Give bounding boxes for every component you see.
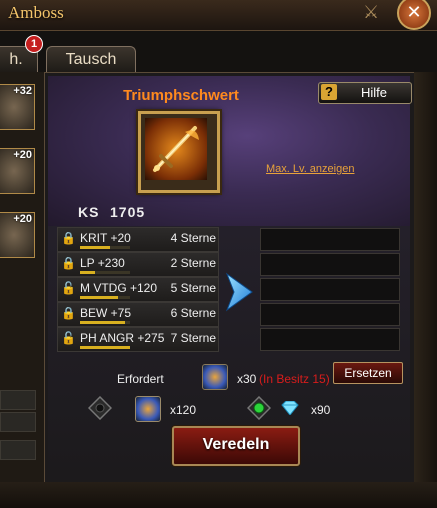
stat-row[interactable]: 🔓 M VTDG +120 5 Sterne <box>57 277 219 302</box>
stat-stars: 2 Sterne <box>170 256 216 270</box>
left-item-1[interactable]: +32 <box>0 84 35 130</box>
stat-bar <box>80 321 125 324</box>
help-label: Hilfe <box>360 85 387 100</box>
left-item-3[interactable]: +20 <box>0 212 35 258</box>
result-slot <box>260 328 400 351</box>
left-list-row[interactable] <box>0 440 36 460</box>
diamond-quantity: x90 <box>311 403 331 417</box>
result-slot <box>260 278 400 301</box>
required-quantity: x30 <box>237 372 257 386</box>
result-slot <box>260 253 400 276</box>
tab-tausch[interactable]: Tausch <box>46 46 136 73</box>
stat-stars: 5 Sterne <box>170 281 216 295</box>
stat-name: KRIT +20 <box>80 231 131 245</box>
owned-note: (In Besitz 15) <box>259 372 330 386</box>
notification-badge: 1 <box>25 35 43 53</box>
crossed-swords-icon: ⚔ <box>363 2 380 22</box>
stat-row[interactable]: 🔓 PH ANGR +275 7 Sterne <box>57 327 219 352</box>
stat-row[interactable]: 🔒 BEW +75 6 Sterne <box>57 302 219 327</box>
arrow-right-icon <box>224 272 254 317</box>
result-slot <box>260 228 400 251</box>
unlock-icon[interactable]: 🔓 <box>61 281 76 297</box>
left-list-row[interactable] <box>0 412 36 432</box>
gem-icon[interactable] <box>135 396 161 422</box>
ks-value: 1705 <box>110 204 146 220</box>
left-item-level: +20 <box>13 213 32 225</box>
stat-name: M VTDG +120 <box>80 281 158 295</box>
left-item-level: +20 <box>13 149 32 161</box>
stat-name: PH ANGR +275 <box>80 331 165 345</box>
sword-icon <box>145 118 207 180</box>
gem-quantity: x120 <box>170 403 197 417</box>
stat-bar <box>80 271 95 274</box>
lock-icon[interactable]: 🔒 <box>61 256 76 272</box>
replace-button[interactable]: Ersetzen <box>333 362 403 384</box>
stat-row[interactable]: 🔒 KRIT +20 4 Sterne <box>57 227 219 252</box>
item-icon-slot[interactable] <box>138 111 220 193</box>
required-label: Erfordert <box>117 372 164 386</box>
left-list-row[interactable] <box>0 390 36 410</box>
refine-button[interactable]: Veredeln <box>172 426 300 466</box>
left-item-2[interactable]: +20 <box>0 148 35 194</box>
stat-name: LP +230 <box>80 256 125 270</box>
unlock-icon[interactable]: 🔓 <box>61 331 76 347</box>
ks-label: KS <box>78 204 100 220</box>
window-right-frame <box>414 72 437 508</box>
max-level-link[interactable]: Max. Lv. anzeigen <box>266 163 354 175</box>
result-slot <box>260 303 400 326</box>
stat-row[interactable]: 🔒 LP +230 2 Sterne <box>57 252 219 277</box>
empty-slot-icon[interactable] <box>87 395 113 421</box>
green-gem-slot-icon[interactable] <box>246 395 272 421</box>
stat-stars: 7 Sterne <box>170 331 216 345</box>
window-title: Amboss <box>8 3 64 22</box>
help-button[interactable]: ? Hilfe <box>318 82 412 104</box>
stat-stars: 6 Sterne <box>170 306 216 320</box>
stat-stars: 4 Sterne <box>170 231 216 245</box>
stat-name: BEW +75 <box>80 306 132 320</box>
item-name: Triumphschwert <box>123 87 239 104</box>
diamond-icon <box>281 400 299 420</box>
gem-icon <box>202 364 228 390</box>
left-item-level: +32 <box>13 85 32 97</box>
lock-icon[interactable]: 🔒 <box>61 306 76 322</box>
stat-bar <box>80 296 118 299</box>
stat-bar <box>80 346 130 349</box>
window-bottom-frame <box>0 482 437 508</box>
lock-icon[interactable]: 🔒 <box>61 231 76 247</box>
stat-bar <box>80 246 110 249</box>
question-mark-icon: ? <box>321 84 337 100</box>
